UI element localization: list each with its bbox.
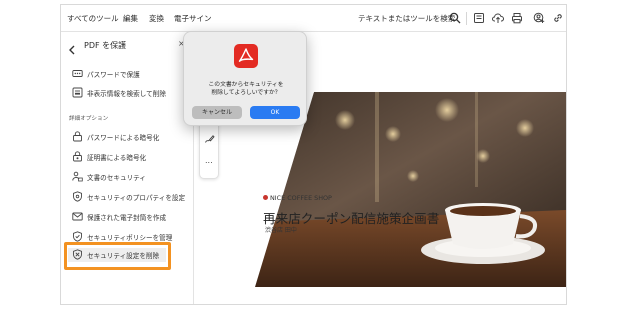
- password-icon: [72, 68, 83, 79]
- dialog-message-line1: この文書からセキュリティを: [208, 82, 284, 88]
- item-redact-hidden-info[interactable]: 非表示情報を検索して削除: [72, 86, 190, 100]
- chevron-left-icon[interactable]: [68, 40, 76, 55]
- link-icon[interactable]: [552, 12, 564, 24]
- search-icon[interactable]: [449, 12, 461, 24]
- item-security-properties[interactable]: セキュリティのプロパティを設定: [72, 190, 190, 204]
- remove-security-highlight-frame: [64, 242, 171, 270]
- shield-gear-icon: [72, 191, 83, 202]
- policy-shield-icon: [72, 231, 83, 242]
- tool-search-label[interactable]: テキストまたはツールを検索: [358, 13, 455, 24]
- cancel-button[interactable]: キャンセル: [192, 106, 242, 119]
- remove-security-dialog: この文書からセキュリティを 削除してよろしいですか？ キャンセル OK: [183, 31, 307, 126]
- draw-tool-icon[interactable]: [204, 133, 215, 144]
- user-lock-icon: [72, 171, 83, 182]
- more-tools-icon[interactable]: ...: [205, 156, 213, 165]
- item-certificate-encryption[interactable]: 証明書による暗号化: [72, 150, 190, 164]
- brand-line: NICE COFFEE SHOP: [263, 194, 332, 202]
- document-author: 渋谷店 田中: [265, 227, 297, 234]
- toolbar-divider: [466, 12, 467, 25]
- lock-icon: [72, 131, 83, 142]
- print-icon[interactable]: [511, 12, 523, 24]
- certificate-lock-icon: [72, 151, 83, 162]
- item-password-protect[interactable]: パスワードで保護: [72, 67, 190, 81]
- acrobat-logo-icon: [234, 44, 258, 68]
- menu-e-sign[interactable]: 電子サイン: [174, 13, 212, 24]
- panel-header: PDF を保護 ×: [61, 32, 194, 58]
- hidden-info-icon: [72, 87, 83, 98]
- dialog-message-line2: 削除してよろしいですか？: [211, 90, 281, 96]
- upload-icon[interactable]: [492, 12, 504, 24]
- item-document-security[interactable]: 文書のセキュリティ: [72, 170, 190, 184]
- brand-mark-icon: [263, 195, 268, 200]
- save-to-cloud-icon[interactable]: [473, 12, 485, 24]
- dialog-message: この文書からセキュリティを 削除してよろしいですか？: [184, 81, 308, 97]
- menu-all-tools[interactable]: すべてのツール: [67, 13, 119, 24]
- item-secure-envelope[interactable]: 保護された電子封筒を作成: [72, 210, 190, 224]
- item-password-encryption[interactable]: パスワードによる暗号化: [72, 130, 190, 144]
- panel-title: PDF を保護: [84, 41, 127, 50]
- acrobat-window: すべてのツール 編集 変換 電子サイン テキストまたはツールを検索 PDF を保…: [60, 4, 567, 305]
- protect-pdf-panel: PDF を保護 × パスワードで保護 非表示情報を検索して削除 詳細オプション …: [61, 32, 194, 304]
- envelope-lock-icon: [72, 211, 83, 222]
- ok-button[interactable]: OK: [250, 106, 300, 119]
- advanced-options-heading: 詳細オプション: [69, 116, 109, 122]
- top-menu-bar: すべてのツール 編集 変換 電子サイン テキストまたはツールを検索: [61, 5, 566, 32]
- brand-name: NICE COFFEE SHOP: [270, 194, 332, 202]
- share-user-icon[interactable]: [533, 12, 545, 24]
- menu-convert[interactable]: 変換: [149, 13, 164, 24]
- menu-edit[interactable]: 編集: [123, 13, 138, 24]
